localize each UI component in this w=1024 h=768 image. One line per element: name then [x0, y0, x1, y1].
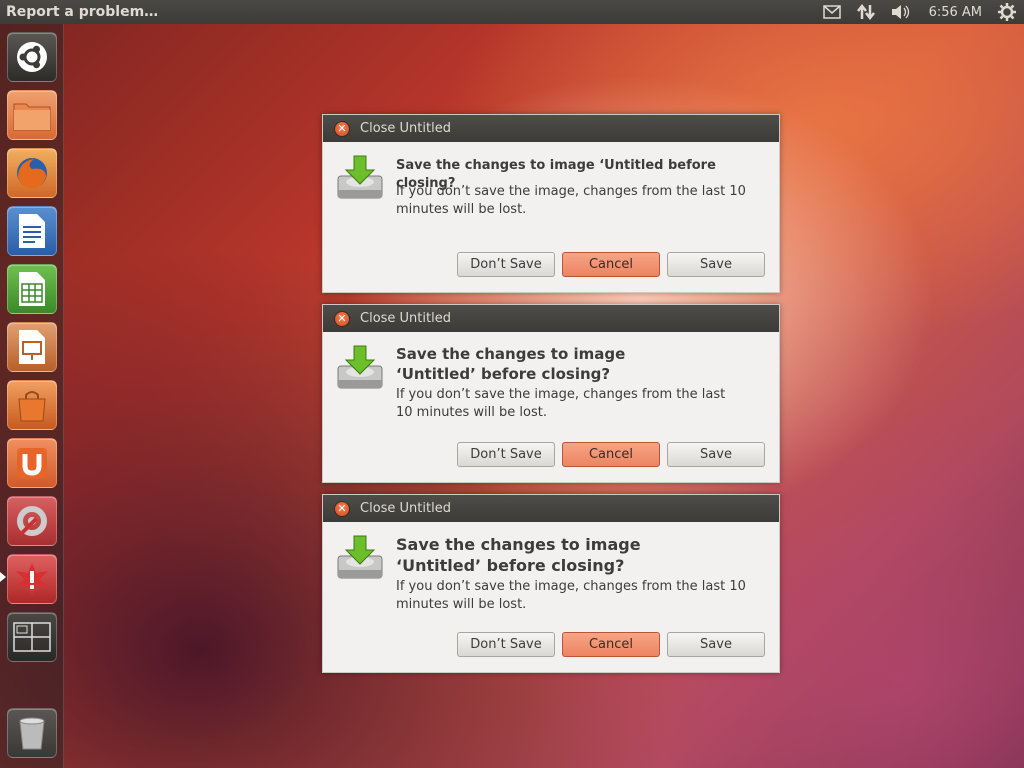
ubuntu-one-icon [17, 448, 47, 478]
cancel-button[interactable]: Cancel [562, 442, 660, 467]
save-drive-icon [337, 345, 383, 389]
cancel-button[interactable]: Cancel [562, 632, 660, 657]
firefox-icon [17, 158, 47, 189]
dialog-title: Close Untitled [360, 311, 451, 326]
save-drive-icon [337, 155, 383, 199]
session-gear-icon[interactable] [990, 0, 1024, 24]
dialog-title: Close Untitled [360, 121, 451, 136]
dont-save-button[interactable]: Don’t Save [457, 252, 555, 277]
active-app-title[interactable]: Report a problem… [0, 4, 158, 20]
dont-save-button[interactable]: Don’t Save [457, 632, 555, 657]
indicator-area: 6:56 AM [815, 0, 1024, 24]
ubuntu-logo-icon [17, 42, 47, 72]
trash-icon [19, 717, 45, 750]
launcher [0, 24, 64, 768]
network-icon[interactable] [849, 0, 883, 24]
top-panel: Report a problem… 6:56 AM [0, 0, 1024, 24]
dialog-secondary-text: If you don’t save the image, changes fro… [396, 579, 746, 612]
ubuntu-one-launcher[interactable] [7, 438, 57, 488]
close-icon[interactable]: ✕ [334, 500, 350, 517]
impress-launcher[interactable] [7, 322, 57, 372]
close-dialog-3: ✕ Close Untitled Save the changes to ima… [322, 494, 780, 673]
writer-launcher[interactable] [7, 206, 57, 256]
save-drive-icon [337, 535, 383, 579]
dialog-titlebar[interactable]: ✕ Close Untitled [323, 495, 779, 522]
writer-icon [19, 214, 45, 248]
dont-save-button[interactable]: Don’t Save [457, 442, 555, 467]
dialog-titlebar[interactable]: ✕ Close Untitled [323, 305, 779, 332]
workspaces-icon [13, 622, 51, 652]
close-icon[interactable]: ✕ [334, 310, 350, 327]
dialog-body: Save the changes to image ‘Untitled’ bef… [323, 332, 779, 482]
problem-report-launcher[interactable] [7, 554, 57, 604]
dialog-primary-text: Save the changes to image ‘Untitled’ bef… [396, 535, 641, 575]
impress-icon [19, 330, 45, 364]
dialog-body: Save the changes to image ‘Untitled’ bef… [323, 522, 779, 672]
workspace-switcher-launcher[interactable] [7, 612, 57, 662]
close-icon[interactable]: ✕ [334, 120, 350, 137]
close-dialog-1: ✕ Close Untitled Save the changes to ima… [322, 114, 780, 293]
save-button[interactable]: Save [667, 252, 765, 277]
system-settings-launcher[interactable] [7, 496, 57, 546]
save-button[interactable]: Save [667, 442, 765, 467]
calc-launcher[interactable] [7, 264, 57, 314]
dash-home-button[interactable] [7, 32, 57, 82]
dialog-titlebar[interactable]: ✕ Close Untitled [323, 115, 779, 142]
folder-icon [13, 103, 51, 131]
mail-icon[interactable] [815, 0, 849, 24]
calc-icon [19, 272, 45, 306]
shopping-bag-icon [18, 391, 46, 422]
save-button[interactable]: Save [667, 632, 765, 657]
close-dialog-2: ✕ Close Untitled Save the changes to ima… [322, 304, 780, 483]
firefox-launcher[interactable] [7, 148, 57, 198]
dialog-secondary-text: If you don’t save the image, changes fro… [396, 184, 746, 217]
cancel-button[interactable]: Cancel [562, 252, 660, 277]
settings-wrench-icon [17, 506, 47, 537]
crash-report-icon [16, 563, 48, 595]
clock[interactable]: 6:56 AM [919, 5, 990, 20]
dialog-body: Save the changes to image ‘Untitled befo… [323, 142, 779, 292]
dialog-title: Close Untitled [360, 501, 451, 516]
running-indicator-arrow [0, 572, 6, 582]
dialog-primary-text: Save the changes to image ‘Untitled’ bef… [396, 345, 626, 383]
volume-icon[interactable] [883, 0, 919, 24]
trash-launcher[interactable] [7, 708, 57, 758]
software-center-launcher[interactable] [7, 380, 57, 430]
files-launcher[interactable] [7, 90, 57, 140]
dialog-secondary-text: If you don’t save the image, changes fro… [396, 387, 726, 420]
